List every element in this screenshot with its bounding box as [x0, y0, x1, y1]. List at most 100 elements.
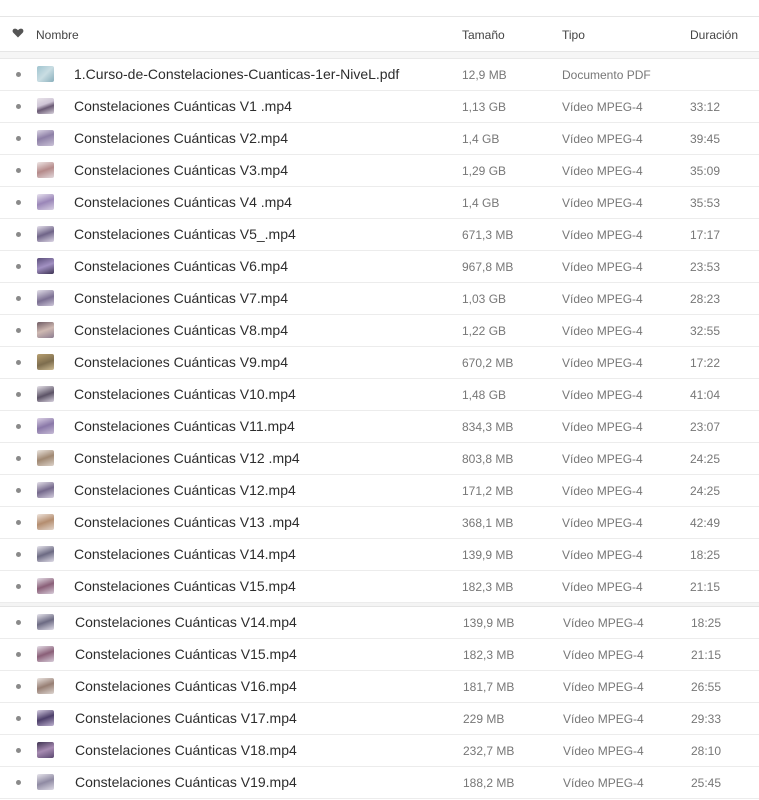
- table-row[interactable]: Constelaciones Cuánticas V10.mp4 1,48 GB V…: [0, 378, 759, 411]
- file-name[interactable]: Constelaciones Cuánticas V7.mp4: [74, 290, 288, 306]
- file-name[interactable]: Constelaciones Cuánticas V5_.mp4: [74, 226, 296, 242]
- bullet-icon: [16, 488, 21, 493]
- table-row[interactable]: Constelaciones Cuánticas V14.mp4 139,9 MB…: [0, 538, 759, 571]
- table-row[interactable]: Constelaciones Cuánticas V16.mp4 181,7 MB…: [0, 670, 759, 703]
- file-duration: 23:07: [690, 420, 721, 434]
- video-thumbnail-icon: [37, 482, 54, 498]
- file-duration: 28:10: [691, 744, 722, 758]
- heart-icon[interactable]: [12, 27, 24, 39]
- bullet-icon: [16, 456, 21, 461]
- file-size: 182,3 MB: [463, 648, 515, 662]
- video-thumbnail-icon: [37, 258, 54, 274]
- file-name[interactable]: Constelaciones Cuánticas V16.mp4: [75, 678, 297, 694]
- file-name[interactable]: Constelaciones Cuánticas V6.mp4: [74, 258, 288, 274]
- table-row[interactable]: Constelaciones Cuánticas V4 .mp4 1,4 GB Ví…: [0, 186, 759, 219]
- video-thumbnail-icon: [37, 514, 54, 530]
- video-thumbnail-icon: [37, 226, 54, 242]
- file-duration: 35:53: [690, 196, 721, 210]
- file-size: 139,9 MB: [462, 548, 514, 562]
- table-row[interactable]: Constelaciones Cuánticas V5_.mp4 671,3 MB…: [0, 218, 759, 251]
- file-name[interactable]: Constelaciones Cuánticas V4 .mp4: [74, 194, 292, 210]
- video-thumbnail-icon: [37, 418, 54, 434]
- file-type: Vídeo MPEG-4: [562, 580, 643, 594]
- file-name[interactable]: Constelaciones Cuánticas V12.mp4: [74, 482, 296, 498]
- file-size: 139,9 MB: [463, 616, 515, 630]
- file-size: 1,03 GB: [462, 292, 507, 306]
- bullet-icon: [16, 168, 21, 173]
- file-name[interactable]: Constelaciones Cuánticas V19.mp4: [75, 774, 297, 790]
- table-row[interactable]: Constelaciones Cuánticas V7.mp4 1,03 GB Ví…: [0, 282, 759, 315]
- file-name[interactable]: Constelaciones Cuánticas V17.mp4: [75, 710, 297, 726]
- file-duration: 32:55: [690, 324, 721, 338]
- table-row[interactable]: Constelaciones Cuánticas V19.mp4 188,2 MB…: [0, 766, 759, 799]
- file-name[interactable]: Constelaciones Cuánticas V8.mp4: [74, 322, 288, 338]
- file-size: 12,9 MB: [462, 68, 507, 82]
- column-header-type[interactable]: Tipo: [562, 28, 585, 42]
- video-thumbnail-icon: [37, 678, 54, 694]
- table-row[interactable]: Constelaciones Cuánticas V12.mp4 171,2 MB…: [0, 474, 759, 507]
- table-row[interactable]: Constelaciones Cuánticas V15.mp4 182,3 MB…: [0, 638, 759, 671]
- bullet-icon: [16, 72, 21, 77]
- file-name[interactable]: Constelaciones Cuánticas V15.mp4: [75, 646, 297, 662]
- column-header-duration[interactable]: Duración: [690, 28, 738, 42]
- file-name[interactable]: Constelaciones Cuánticas V14.mp4: [74, 546, 296, 562]
- table-row[interactable]: 1.Curso-de-Constelaciones-Cuanticas-1er-…: [0, 58, 759, 91]
- file-name[interactable]: Constelaciones Cuánticas V2.mp4: [74, 130, 288, 146]
- file-name[interactable]: Constelaciones Cuánticas V11.mp4: [74, 418, 295, 434]
- file-size: 232,7 MB: [463, 744, 515, 758]
- file-name[interactable]: Constelaciones Cuánticas V12 .mp4: [74, 450, 300, 466]
- bullet-icon: [16, 424, 21, 429]
- file-name[interactable]: Constelaciones Cuánticas V3.mp4: [74, 162, 288, 178]
- file-duration: 24:25: [690, 452, 721, 466]
- video-thumbnail-icon: [37, 710, 54, 726]
- file-size: 803,8 MB: [462, 452, 514, 466]
- table-row[interactable]: Constelaciones Cuánticas V2.mp4 1,4 GB Víd…: [0, 122, 759, 155]
- file-name[interactable]: Constelaciones Cuánticas V18.mp4: [75, 742, 297, 758]
- video-thumbnail-icon: [37, 614, 54, 630]
- table-row[interactable]: Constelaciones Cuánticas V17.mp4 229 MB Ví…: [0, 702, 759, 735]
- bullet-icon: [16, 780, 21, 785]
- table-row[interactable]: Constelaciones Cuánticas V8.mp4 1,22 GB Ví…: [0, 314, 759, 347]
- file-name[interactable]: 1.Curso-de-Constelaciones-Cuanticas-1er-…: [74, 66, 399, 82]
- file-type: Vídeo MPEG-4: [562, 324, 643, 338]
- file-name[interactable]: Constelaciones Cuánticas V9.mp4: [74, 354, 288, 370]
- video-thumbnail-icon: [37, 354, 54, 370]
- column-header-name[interactable]: Nombre: [36, 28, 79, 42]
- file-name[interactable]: Constelaciones Cuánticas V1 .mp4: [74, 98, 292, 114]
- file-name[interactable]: Constelaciones Cuánticas V10.mp4: [74, 386, 296, 402]
- file-name[interactable]: Constelaciones Cuánticas V13 .mp4: [74, 514, 300, 530]
- table-row[interactable]: Constelaciones Cuánticas V9.mp4 670,2 MB V…: [0, 346, 759, 379]
- bullet-icon: [16, 136, 21, 141]
- bullet-icon: [16, 684, 21, 689]
- table-row[interactable]: Constelaciones Cuánticas V11.mp4 834,3 MB…: [0, 410, 759, 443]
- bullet-icon: [16, 392, 21, 397]
- bullet-icon: [16, 360, 21, 365]
- table-row[interactable]: Constelaciones Cuánticas V14.mp4 139,9 MB…: [0, 606, 759, 639]
- file-type: Vídeo MPEG-4: [563, 712, 644, 726]
- video-thumbnail-icon: [37, 130, 54, 146]
- file-duration: 25:45: [691, 776, 722, 790]
- bullet-icon: [16, 620, 21, 625]
- file-type: Vídeo MPEG-4: [562, 260, 643, 274]
- file-type: Vídeo MPEG-4: [562, 388, 643, 402]
- table-row[interactable]: Constelaciones Cuánticas V18.mp4 232,7 MB…: [0, 734, 759, 767]
- file-type: Vídeo MPEG-4: [562, 196, 643, 210]
- column-header-size[interactable]: Tamaño: [462, 28, 505, 42]
- table-row[interactable]: Constelaciones Cuánticas V12 .mp4 803,8 M…: [0, 442, 759, 475]
- table-row[interactable]: Constelaciones Cuánticas V3.mp4 1,29 GB Ví…: [0, 154, 759, 187]
- file-duration: 18:25: [690, 548, 721, 562]
- bullet-icon: [16, 748, 21, 753]
- file-type: Vídeo MPEG-4: [563, 680, 644, 694]
- file-duration: 17:17: [690, 228, 721, 242]
- video-thumbnail-icon: [37, 386, 54, 402]
- table-row[interactable]: Constelaciones Cuánticas V6.mp4 967,8 MB V…: [0, 250, 759, 283]
- file-name[interactable]: Constelaciones Cuánticas V15.mp4: [74, 578, 296, 594]
- bullet-icon: [16, 584, 21, 589]
- video-thumbnail-icon: [37, 162, 54, 178]
- file-name[interactable]: Constelaciones Cuánticas V14.mp4: [75, 614, 297, 630]
- table-row[interactable]: Constelaciones Cuánticas V1 .mp4 1,13 GB V…: [0, 90, 759, 123]
- bullet-icon: [16, 296, 21, 301]
- table-row[interactable]: Constelaciones Cuánticas V15.mp4 182,3 MB…: [0, 570, 759, 603]
- file-duration: 42:49: [690, 516, 721, 530]
- table-row[interactable]: Constelaciones Cuánticas V13 .mp4 368,1 M…: [0, 506, 759, 539]
